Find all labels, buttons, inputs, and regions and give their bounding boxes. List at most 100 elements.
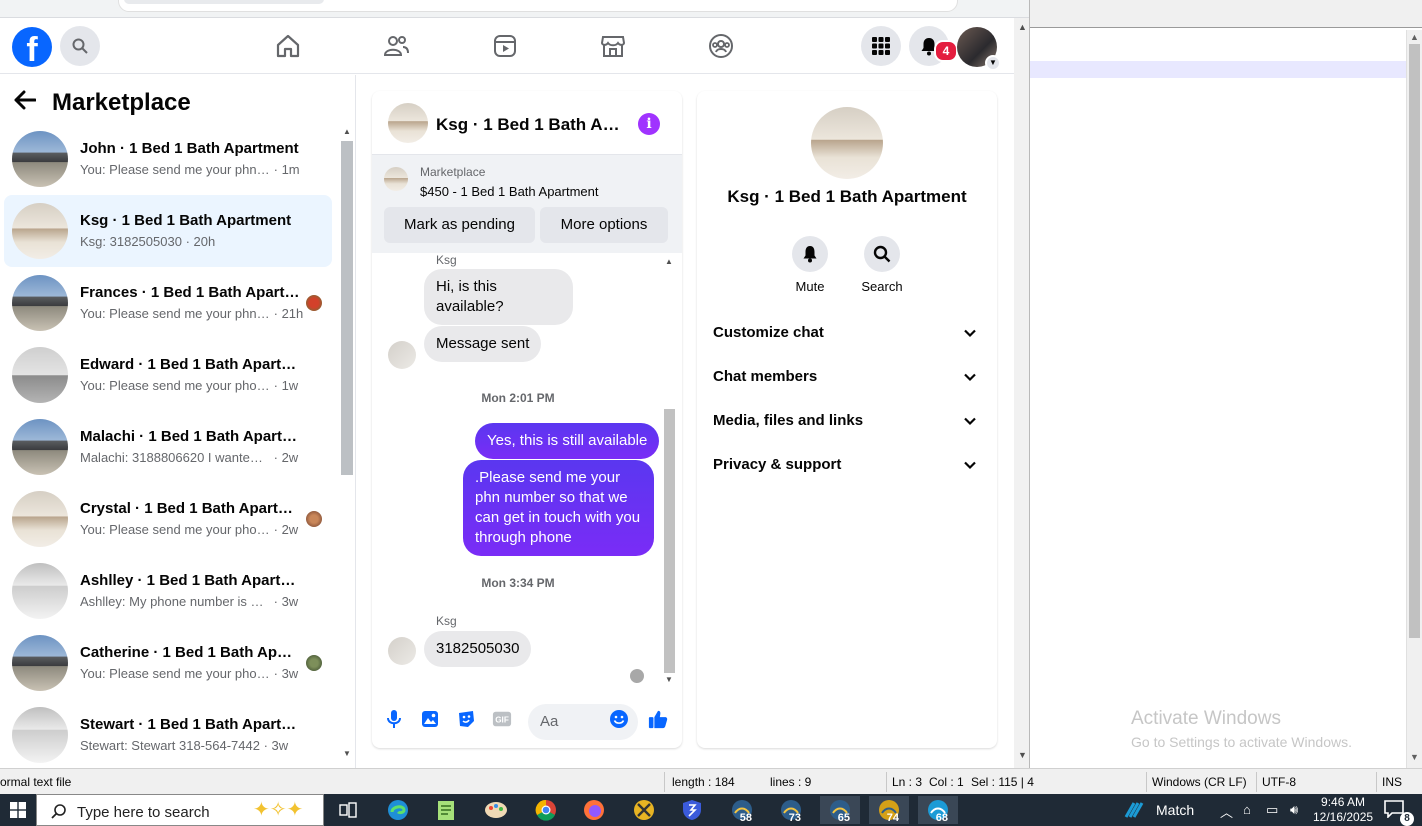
scroll-down-arrow-icon[interactable]: ▼: [343, 749, 351, 758]
conversation-item[interactable]: Malachi · 1 Bed 1 Bath Apartment Malachi…: [4, 411, 332, 483]
conversation-item[interactable]: Ashlley · 1 Bed 1 Bath Apartment Ashlley…: [4, 555, 332, 627]
thumbs-up-icon[interactable]: [648, 709, 668, 729]
editor-scrollbar[interactable]: ▲ ▼: [1406, 30, 1422, 768]
chevron-down-icon: [964, 461, 976, 470]
facebook-logo-icon[interactable]: f: [12, 27, 52, 67]
conversation-list-scrollbar[interactable]: ▲ ▼: [340, 123, 354, 763]
more-options-button[interactable]: More options: [540, 207, 668, 243]
conversation-item[interactable]: Catherine · 1 Bed 1 Bath Apart... You: P…: [4, 627, 332, 699]
listing-thumbnail: [12, 635, 68, 691]
chat-info-panel: Ksg · 1 Bed 1 Bath Apartment Mute Search…: [697, 91, 997, 748]
chevron-down-icon: [964, 329, 976, 338]
outgoing-message[interactable]: .Please send me your phn number so that …: [463, 460, 654, 556]
video-tab[interactable]: [491, 32, 519, 60]
conversation-snippet: Ashlley: My phone number is 9168... · 3w: [80, 594, 299, 609]
conversation-item[interactable]: Crystal · 1 Bed 1 Bath Apartm... You: Pl…: [4, 483, 332, 555]
cricket-app-68[interactable]: 68: [918, 796, 958, 824]
home-tab[interactable]: [274, 32, 302, 60]
media-files-links-section[interactable]: Media, files and links: [713, 406, 981, 436]
chat-title[interactable]: Ksg · 1 Bed 1 Bath Apa...: [436, 115, 626, 135]
facebook-top-nav: f 4 ▼: [0, 18, 1014, 74]
chat-scroll-thumb[interactable]: [664, 409, 675, 673]
edge-app[interactable]: [378, 796, 418, 824]
volume-icon[interactable]: 🔊︎: [1290, 802, 1298, 818]
incoming-message[interactable]: Hi, is this available?: [424, 269, 573, 325]
shield-app[interactable]: [672, 796, 712, 824]
groups-tab[interactable]: [707, 32, 735, 60]
gif-icon[interactable]: GIF: [492, 709, 512, 729]
search-placeholder: Type here to search: [77, 804, 210, 821]
incoming-message[interactable]: 3182505030: [424, 631, 532, 667]
chat-avatar[interactable]: [388, 103, 428, 143]
listing-title[interactable]: $450 - 1 Bed 1 Bath Apartment: [420, 184, 599, 199]
scroll-down-arrow-icon[interactable]: ▼: [1018, 750, 1027, 760]
listing-thumbnail: [12, 491, 68, 547]
privacy-support-section[interactable]: Privacy & support: [713, 450, 981, 480]
scroll-up-arrow-icon[interactable]: ▲: [1410, 32, 1419, 42]
firefox-icon: [584, 800, 604, 820]
outgoing-message[interactable]: Yes, this is still available: [475, 423, 660, 459]
svg-text:GIF: GIF: [495, 716, 509, 725]
scroll-up-arrow-icon[interactable]: ▲: [1018, 22, 1027, 32]
firefox-app[interactable]: [574, 796, 614, 824]
conversation-item[interactable]: John · 1 Bed 1 Bath Apartment You: Pleas…: [4, 123, 332, 195]
chrome-icon: [535, 799, 556, 821]
scroll-down-arrow-icon[interactable]: ▼: [665, 675, 673, 684]
scroll-up-arrow-icon[interactable]: ▲: [343, 127, 351, 136]
cricket-app-58[interactable]: 58: [722, 796, 762, 824]
start-button[interactable]: [0, 794, 36, 826]
friends-tab[interactable]: [382, 32, 410, 60]
chrome-app[interactable]: [526, 796, 566, 824]
editor-scroll-thumb[interactable]: [1409, 44, 1420, 638]
back-arrow-icon[interactable]: [14, 89, 37, 117]
microphone-icon[interactable]: [384, 709, 404, 729]
search-button[interactable]: [60, 26, 100, 66]
system-clock[interactable]: 9:46 AM 12/16/2025: [1313, 795, 1373, 825]
scroll-thumb[interactable]: [341, 141, 353, 475]
conversation-snippet: You: Please send me your phn nu... · 1m: [80, 162, 300, 177]
listing-card: Marketplace $450 - 1 Bed 1 Bath Apartmen…: [372, 155, 682, 253]
seen-avatar: [306, 511, 322, 527]
notepadpp-app[interactable]: [426, 796, 466, 824]
browser-scrollbar[interactable]: ▲ ▼: [1014, 18, 1029, 768]
cricket-app-65[interactable]: 65: [820, 796, 860, 824]
weather-widget[interactable]: Match: [1124, 801, 1194, 819]
conversation-item-active[interactable]: Ksg · 1 Bed 1 Bath Apartment Ksg: 318250…: [4, 195, 332, 267]
account-avatar[interactable]: ▼: [957, 27, 1001, 71]
taskbar-search-box[interactable]: Type here to search ✦✧✦: [36, 794, 324, 826]
conversation-item[interactable]: Edward · 1 Bed 1 Bath Apartment You: Ple…: [4, 339, 332, 411]
notepad-editor[interactable]: ▲ ▼: [1030, 0, 1422, 768]
listing-thumbnail: [12, 203, 68, 259]
sticker-icon[interactable]: [456, 709, 476, 729]
search-action[interactable]: Search: [852, 236, 912, 294]
scroll-down-arrow-icon[interactable]: ▼: [1410, 752, 1419, 762]
emoji-icon[interactable]: [609, 709, 629, 729]
xbox-app[interactable]: [624, 796, 664, 824]
paint-app[interactable]: [476, 796, 516, 824]
chevron-up-icon[interactable]: ︿: [1220, 802, 1233, 821]
chat-members-section[interactable]: Chat members: [713, 362, 981, 392]
conversation-title: Edward · 1 Bed 1 Bath Apartment: [80, 356, 300, 373]
cricket-app-74[interactable]: 74: [869, 796, 909, 824]
menu-button[interactable]: [861, 26, 901, 66]
customize-chat-section[interactable]: Customize chat: [713, 318, 981, 348]
mark-as-pending-button[interactable]: Mark as pending: [384, 207, 535, 243]
section-label: Privacy & support: [713, 456, 842, 473]
onedrive-icon[interactable]: ⌂: [1243, 802, 1251, 817]
conversation-snippet: Malachi: 3188806620 I wanted a t... · 2w: [80, 450, 299, 465]
conversation-item[interactable]: Frances · 1 Bed 1 Bath Apartm... You: Pl…: [4, 267, 332, 339]
notification-center-button[interactable]: 8: [1384, 800, 1414, 826]
network-icon[interactable]: ▭: [1266, 802, 1278, 818]
photo-icon[interactable]: [420, 709, 440, 729]
info-icon[interactable]: i: [638, 113, 660, 135]
conversation-item[interactable]: Stewart · 1 Bed 1 Bath Apartment Stewart…: [4, 699, 332, 768]
chat-profile-avatar[interactable]: [811, 107, 883, 179]
incoming-message[interactable]: Message sent: [424, 326, 542, 362]
scroll-up-arrow-icon[interactable]: ▲: [665, 257, 673, 266]
cricket-app-73[interactable]: 73: [771, 796, 811, 824]
task-view-button[interactable]: [328, 796, 368, 824]
mute-action[interactable]: Mute: [780, 236, 840, 294]
chat-scrollbar[interactable]: ▲ ▼: [662, 257, 676, 687]
marketplace-icon: [600, 36, 626, 57]
marketplace-tab[interactable]: [599, 32, 627, 60]
